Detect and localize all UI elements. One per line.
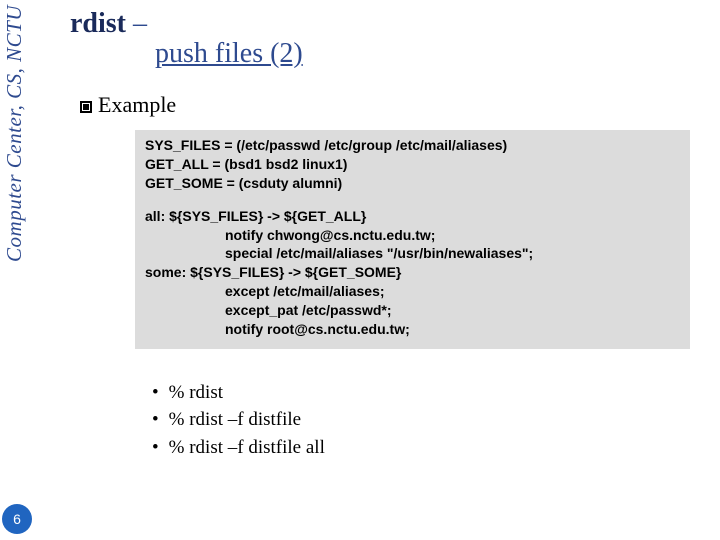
title-command: rdist xyxy=(70,8,126,39)
code-line: special /etc/mail/aliases "/usr/bin/newa… xyxy=(145,244,680,263)
list-item: % rdist –f distfile xyxy=(152,406,705,434)
slide-title-line1: rdist – xyxy=(70,8,705,40)
code-line: except_pat /etc/passwd*; xyxy=(145,301,680,320)
slide-title-line2: push files (2) xyxy=(155,38,705,70)
code-line: all: ${SYS_FILES} -> ${GET_ALL} xyxy=(145,207,680,226)
page-number-badge: 6 xyxy=(2,504,32,534)
code-line: notify chwong@cs.nctu.edu.tw; xyxy=(145,226,680,245)
code-line: except /etc/mail/aliases; xyxy=(145,282,680,301)
code-blank-line xyxy=(145,193,680,207)
square-bullet-icon xyxy=(80,101,92,113)
sidebar-institution: Computer Center, CS, NCTU xyxy=(2,5,27,262)
title-sep: – xyxy=(126,8,147,39)
slide-content: rdist – push files (2) Example SYS_FILES… xyxy=(70,8,705,462)
list-item: % rdist xyxy=(152,379,705,407)
section-example: Example SYS_FILES = (/etc/passwd /etc/gr… xyxy=(80,92,705,462)
code-line: SYS_FILES = (/etc/passwd /etc/group /etc… xyxy=(145,136,680,155)
section-heading: Example xyxy=(98,92,176,117)
list-item: % rdist –f distfile all xyxy=(152,434,705,462)
command-list: % rdist % rdist –f distfile % rdist –f d… xyxy=(152,379,705,462)
code-block: SYS_FILES = (/etc/passwd /etc/group /etc… xyxy=(135,130,690,349)
code-line: notify root@cs.nctu.edu.tw; xyxy=(145,320,680,339)
code-line: GET_ALL = (bsd1 bsd2 linux1) xyxy=(145,155,680,174)
code-line: GET_SOME = (csduty alumni) xyxy=(145,174,680,193)
code-line: some: ${SYS_FILES} -> ${GET_SOME} xyxy=(145,263,680,282)
